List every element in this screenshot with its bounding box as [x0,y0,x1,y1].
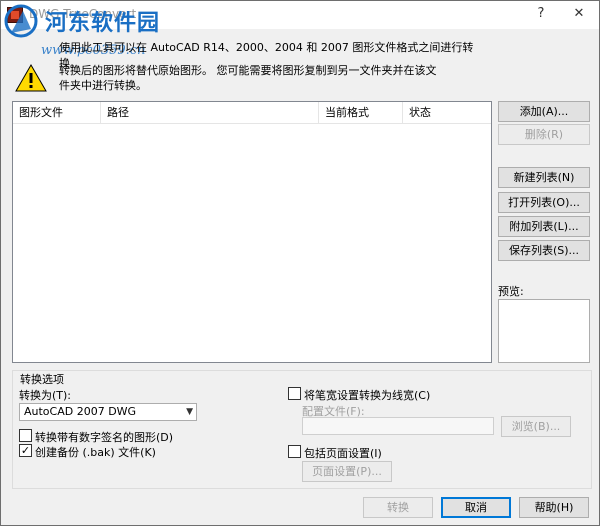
add-button[interactable]: 添加(A)... [498,101,590,122]
convert-button[interactable]: 转换 [363,497,433,518]
help-icon[interactable]: ? [529,3,553,25]
convert-to-value: AutoCAD 2007 DWG [24,405,137,418]
column-status[interactable]: 状态 [403,102,491,124]
warning-icon [15,63,47,92]
new-list-button[interactable]: 新建列表(N) [498,167,590,188]
convert-signed-checkbox[interactable] [19,429,32,442]
list-header: 图形文件 路径 当前格式 状态 [13,102,491,124]
save-list-button[interactable]: 保存列表(S)... [498,240,590,261]
preview-pane [498,299,590,363]
pen-width-label: 将笔宽设置转换为线宽(C) [304,389,431,402]
watermark-logo-icon [4,4,38,38]
dwg-trueconvert-window: DWG TrueConvert ? ✕ 河东软件园 www.pc0359.cn … [0,0,600,526]
cancel-button[interactable]: 取消 [441,497,511,518]
convert-to-label: 转换为(T): [19,389,72,402]
column-current-format[interactable]: 当前格式 [319,102,403,124]
include-page-setup-label: 包括页面设置(I) [304,447,382,460]
include-page-setup-checkbox[interactable] [288,445,301,458]
help-button[interactable]: 帮助(H) [519,497,589,518]
backup-checkbox[interactable]: ✓ [19,444,32,457]
drawing-file-list[interactable]: 图形文件 路径 当前格式 状态 [12,101,492,363]
config-file-field[interactable] [302,417,494,435]
warning-text: 转换后的图形将替代原始图形。 您可能需要将图形复制到另一文件夹并在该文件夹中进行… [59,64,437,92]
append-list-button[interactable]: 附加列表(L)... [498,216,590,237]
chevron-down-icon: ▼ [186,407,193,417]
watermark-brand: 河东软件园 [45,10,161,36]
convert-signed-label: 转换带有数字签名的图形(D) [35,431,174,444]
pen-width-checkbox[interactable] [288,387,301,400]
backup-label: 创建备份 (.bak) 文件(K) [35,446,156,459]
column-path[interactable]: 路径 [101,102,319,124]
browse-button[interactable]: 浏览(B)... [501,416,571,437]
conversion-options-title: 转换选项 [18,371,66,387]
convert-to-select[interactable]: AutoCAD 2007 DWG ▼ [19,403,197,421]
preview-label: 预览: [498,285,524,298]
column-drawing-file[interactable]: 图形文件 [13,102,101,124]
remove-button[interactable]: 删除(R) [498,124,590,145]
page-setup-button[interactable]: 页面设置(P)... [302,461,392,482]
open-list-button[interactable]: 打开列表(O)... [498,192,590,213]
close-icon[interactable]: ✕ [567,3,591,25]
